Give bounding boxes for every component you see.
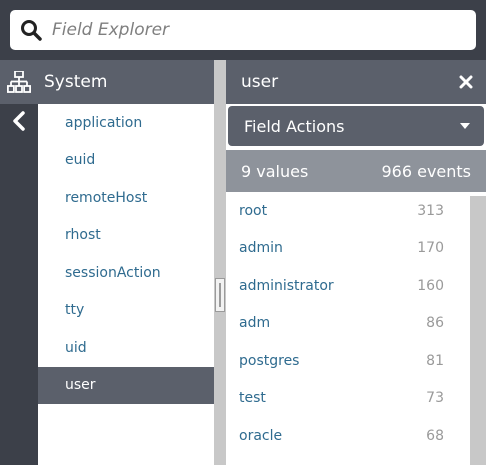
- close-icon[interactable]: [456, 72, 476, 92]
- search-input[interactable]: [52, 11, 452, 49]
- left-panel-header: System: [0, 60, 214, 104]
- field-item-sessionaction[interactable]: sessionAction: [38, 254, 214, 292]
- field-list: application euid remoteHost rhost sessionAct…: [38, 104, 214, 465]
- value-row[interactable]: oracle 68: [226, 417, 470, 455]
- value-name[interactable]: oracle: [239, 428, 404, 444]
- value-count: 160: [417, 277, 444, 294]
- caret-down-icon: [460, 123, 470, 129]
- value-name[interactable]: admin: [239, 240, 404, 256]
- value-count: 170: [417, 240, 444, 257]
- value-name[interactable]: postgres: [239, 353, 404, 369]
- values-summary: 9 values 966 events: [226, 150, 486, 192]
- value-row[interactable]: administrator 160: [226, 267, 470, 305]
- field-actions-label: Field Actions: [244, 116, 345, 136]
- panel-splitter[interactable]: [214, 60, 226, 465]
- field-item-user[interactable]: user: [38, 366, 214, 404]
- value-row[interactable]: admin 170: [226, 230, 470, 268]
- value-row[interactable]: root 313: [226, 192, 470, 230]
- value-name[interactable]: adm: [239, 315, 404, 331]
- value-row[interactable]: test 73: [226, 380, 470, 418]
- category-title: System: [44, 72, 108, 92]
- sitemap-icon: [0, 60, 38, 104]
- field-detail-header: user: [226, 60, 486, 104]
- back-column: [0, 104, 38, 465]
- value-row[interactable]: adm 86: [226, 305, 470, 343]
- field-detail-title: user: [241, 72, 279, 92]
- chevron-left-icon: [12, 111, 26, 135]
- field-detail-panel: user Field Actions 9 values 966 events r…: [226, 60, 486, 465]
- field-item-application[interactable]: application: [38, 104, 214, 142]
- field-item-rhost[interactable]: rhost: [38, 217, 214, 255]
- value-name[interactable]: test: [239, 390, 404, 406]
- events-count: 966 events: [381, 161, 471, 181]
- value-row[interactable]: postgres 81: [226, 342, 470, 380]
- value-name[interactable]: root: [239, 203, 404, 219]
- field-actions-dropdown[interactable]: Field Actions: [228, 106, 484, 146]
- search-bar[interactable]: [10, 10, 476, 50]
- value-count: 81: [426, 352, 444, 369]
- values-count: 9 values: [241, 161, 309, 181]
- actions-wrapper: Field Actions: [226, 104, 486, 150]
- field-item-remotehost[interactable]: remoteHost: [38, 179, 214, 217]
- splitter-handle[interactable]: [215, 278, 225, 312]
- value-name[interactable]: administrator: [239, 278, 404, 294]
- back-button[interactable]: [0, 104, 38, 142]
- values-list: root 313 admin 170 administrator 160 adm 86 post…: [226, 192, 486, 455]
- value-count: 73: [426, 390, 444, 407]
- scrollbar-thumb[interactable]: [470, 196, 486, 465]
- value-count: 313: [417, 202, 444, 219]
- field-item-tty[interactable]: tty: [38, 292, 214, 330]
- field-item-uid[interactable]: uid: [38, 329, 214, 367]
- search-icon: [10, 10, 52, 50]
- values-scrollbar[interactable]: [470, 196, 486, 465]
- value-count: 68: [426, 427, 444, 444]
- value-count: 86: [426, 315, 444, 332]
- field-item-euid[interactable]: euid: [38, 142, 214, 180]
